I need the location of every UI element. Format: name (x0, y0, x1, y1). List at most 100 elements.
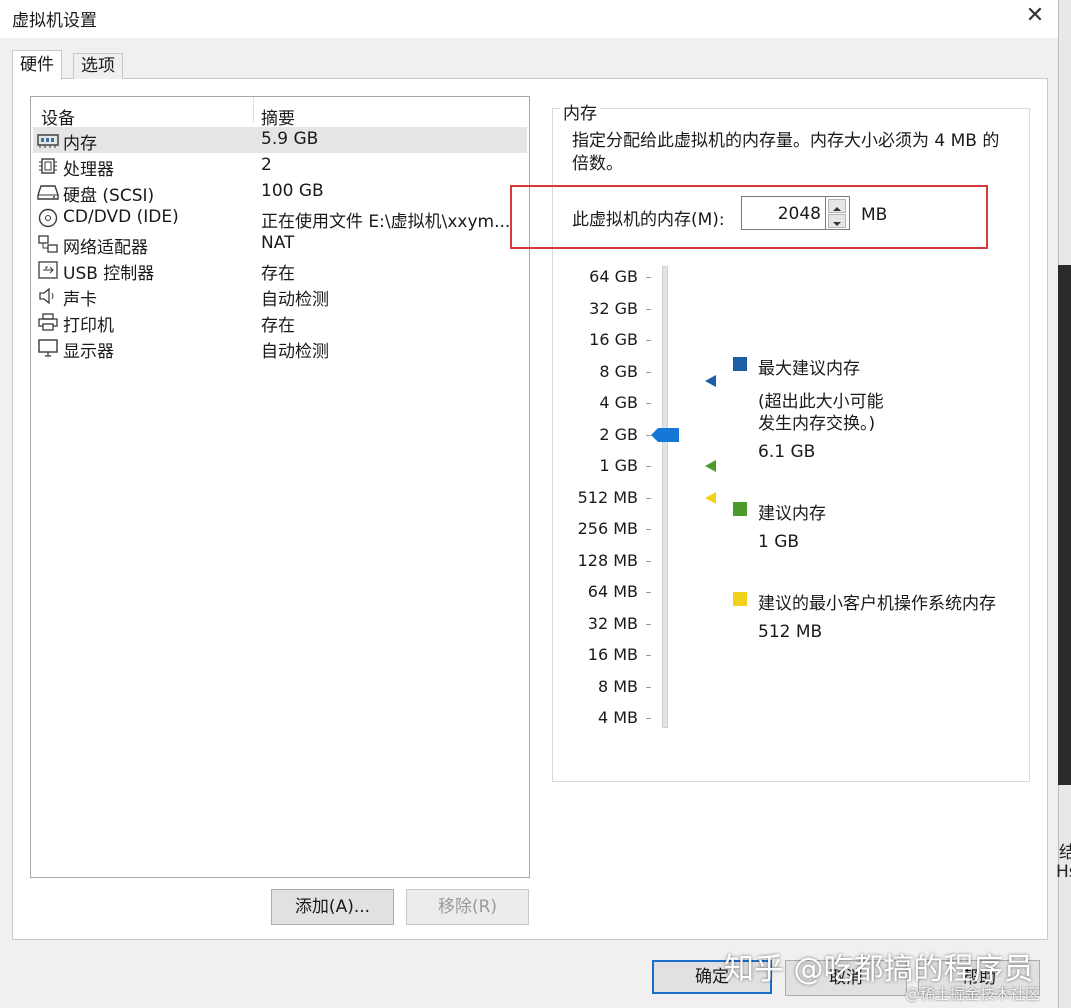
recommended-swatch (733, 502, 747, 516)
device-name: 打印机 (63, 316, 114, 336)
scale-tick (646, 403, 651, 404)
display-icon (38, 339, 58, 357)
device-row-sound-card[interactable]: 声卡 自动检测 (33, 283, 527, 310)
device-row-memory[interactable]: 内存 5.9 GB (33, 127, 527, 154)
device-list[interactable]: 设备 摘要 内存 5.9 GB 处理器 2 硬盘 (SCSI) 100 GB C… (30, 96, 530, 878)
device-summary: 正在使用文件 E:\虚拟机\xxym... (261, 212, 511, 232)
memory-description: 指定分配给此虚拟机的内存量。内存大小必须为 4 MB 的倍数。 (572, 131, 1000, 174)
ok-button[interactable]: 确定 (652, 960, 772, 994)
scale-label: 4 GB (599, 393, 638, 412)
memory-slider-thumb[interactable] (651, 427, 679, 443)
scale-tick (646, 497, 651, 499)
device-row-processor[interactable]: 处理器 2 (33, 153, 527, 180)
scale-tick (646, 686, 651, 688)
max-recommended-title: 最大建议内存 (758, 359, 860, 379)
device-row-network-adapter[interactable]: 网络适配器 NAT (33, 231, 527, 258)
scale-label: 64 GB (589, 267, 638, 286)
max-recommended-marker (705, 375, 716, 387)
window-title: 虚拟机设置 (12, 11, 97, 31)
scale-tick (646, 623, 651, 625)
background-window-dark-area (1058, 265, 1071, 785)
memory-input[interactable]: 2048 (741, 196, 826, 230)
device-row-cd-dvd[interactable]: CD/DVD (IDE) 正在使用文件 E:\虚拟机\xxym... (33, 205, 527, 232)
scale-tick (646, 371, 651, 373)
memory-unit: MB (861, 205, 888, 225)
spin-up-button[interactable] (828, 199, 846, 213)
device-name: 网络适配器 (63, 238, 148, 258)
scale-tick (646, 340, 651, 341)
device-name: 显示器 (63, 342, 114, 362)
scale-label: 2 GB (599, 424, 638, 444)
max-recommended-value: 6.1 GB (758, 442, 816, 462)
scale-label: 8 GB (599, 361, 638, 381)
scale-tick (646, 655, 651, 656)
max-recommended-swatch (733, 357, 747, 371)
spin-down-button[interactable] (828, 214, 846, 228)
min-guest-title: 建议的最小客户机操作系统内存 (758, 594, 996, 614)
device-summary: 2 (261, 155, 272, 175)
device-summary: 自动检测 (261, 342, 329, 362)
device-name: USB 控制器 (63, 264, 155, 284)
scale-tick (646, 592, 651, 593)
memory-slider-track[interactable] (662, 266, 668, 728)
tab-hardware[interactable]: 硬件 (12, 50, 62, 80)
scale-label: 32 GB (589, 298, 638, 318)
column-separator (253, 97, 254, 123)
help-button[interactable]: 帮助 (918, 960, 1040, 996)
usb-icon (38, 261, 58, 279)
close-icon[interactable]: ✕ (1022, 4, 1048, 30)
memory-spinner[interactable] (826, 196, 850, 230)
device-name: CD/DVD (IDE) (63, 207, 179, 227)
scale-tick (646, 529, 651, 530)
cd-dvd-icon (38, 208, 58, 228)
network-adapter-icon (38, 235, 58, 253)
device-name: 硬盘 (SCSI) (63, 186, 155, 206)
device-summary: 5.9 GB (261, 129, 319, 149)
chevron-down-icon (833, 222, 841, 226)
column-header-device[interactable]: 设备 (41, 104, 75, 129)
title-bar (0, 0, 1058, 38)
scale-tick (646, 308, 651, 310)
scale-label: 256 MB (577, 519, 638, 538)
background-text: Hs (1056, 862, 1071, 882)
memory-icon (37, 134, 59, 148)
scale-tick (646, 277, 651, 278)
processor-icon (39, 158, 57, 174)
recommended-title: 建议内存 (758, 504, 826, 524)
recommended-marker (705, 460, 716, 472)
device-name: 内存 (63, 134, 97, 154)
max-recommended-note: 发生内存交换。) (758, 414, 876, 434)
scale-label: 16 MB (587, 645, 638, 664)
device-row-usb-controller[interactable]: USB 控制器 存在 (33, 257, 527, 284)
memory-field-label: 此虚拟机的内存(M): (572, 210, 725, 230)
device-name: 声卡 (63, 290, 97, 310)
device-row-printer[interactable]: 打印机 存在 (33, 309, 527, 336)
min-guest-value: 512 MB (758, 622, 823, 642)
scale-tick (646, 718, 651, 719)
scale-tick (646, 466, 651, 467)
add-device-button[interactable]: 添加(A)... (271, 889, 394, 925)
background-text: 结 (1059, 843, 1071, 863)
device-row-display[interactable]: 显示器 自动检测 (33, 335, 527, 362)
device-summary: 存在 (261, 264, 295, 284)
scale-label: 32 MB (587, 613, 638, 633)
column-header-summary[interactable]: 摘要 (261, 104, 295, 129)
device-summary: 存在 (261, 316, 295, 336)
sound-card-icon (39, 287, 54, 305)
hard-disk-icon (37, 185, 59, 200)
printer-icon (38, 313, 58, 331)
device-summary: NAT (261, 233, 295, 253)
tab-options[interactable]: 选项 (73, 53, 123, 79)
device-row-hard-disk[interactable]: 硬盘 (SCSI) 100 GB (33, 179, 527, 206)
memory-group-title: 内存 (560, 99, 600, 124)
cancel-button[interactable]: 取消 (785, 960, 907, 996)
scale-label: 512 MB (577, 487, 638, 507)
device-summary: 100 GB (261, 181, 324, 201)
device-summary: 自动检测 (261, 290, 329, 310)
remove-device-button[interactable]: 移除(R) (406, 889, 529, 925)
min-guest-marker (705, 492, 716, 504)
min-guest-swatch (733, 592, 747, 606)
scale-tick (646, 560, 651, 562)
scale-label: 1 GB (599, 456, 638, 475)
scale-label: 16 GB (589, 330, 638, 349)
